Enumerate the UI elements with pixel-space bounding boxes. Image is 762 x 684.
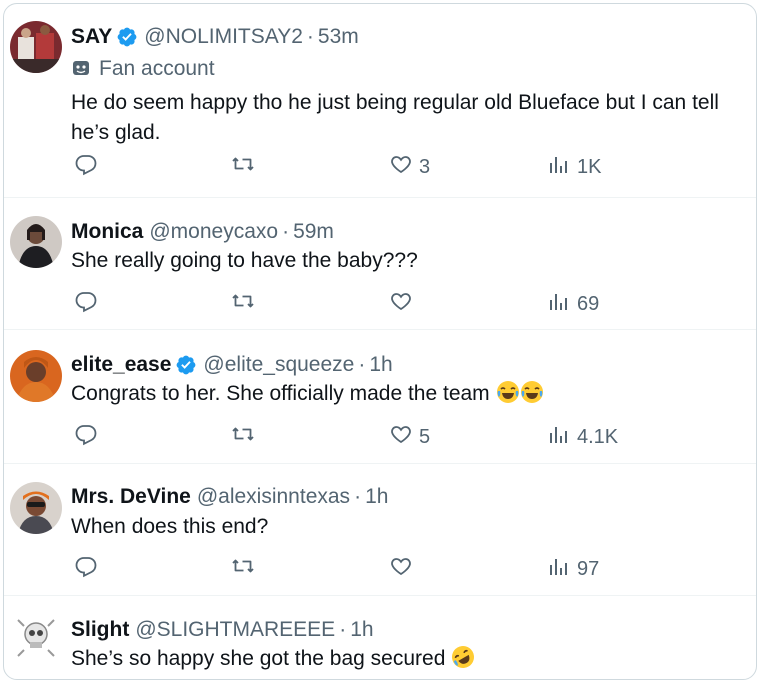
reply-button[interactable] <box>74 289 98 319</box>
action-bar: 69 <box>71 289 631 319</box>
handle[interactable]: @moneycaxo <box>149 219 278 245</box>
like-button[interactable]: 3 <box>389 152 430 182</box>
views-button[interactable]: 69 <box>547 289 599 319</box>
action-bar: 97 <box>71 554 631 584</box>
views-count: 97 <box>577 557 600 580</box>
timestamp[interactable]: 1h <box>350 617 373 643</box>
reply-text: Congrats to her. She officially made the… <box>71 379 751 409</box>
fan-account-label: Fan account <box>71 56 215 82</box>
repost-icon <box>231 289 255 319</box>
views-count: 1K <box>577 155 602 178</box>
handle[interactable]: @NOLIMITSAY2 <box>144 24 303 50</box>
reply-card[interactable]: Mrs. DeVine @alexisinntexas · 1h When do… <box>4 464 756 596</box>
separator-dot: · <box>282 220 290 243</box>
repost-button[interactable] <box>231 422 255 452</box>
timestamp[interactable]: 53m <box>318 24 359 50</box>
timestamp[interactable]: 1h <box>369 352 392 378</box>
display-name[interactable]: SAY <box>71 24 112 50</box>
views-count: 4.1K <box>577 425 619 448</box>
views-icon <box>547 289 571 319</box>
reply-text-body: Congrats to her. She officially made the… <box>71 382 490 405</box>
avatar[interactable] <box>10 21 62 73</box>
repost-icon <box>231 554 255 584</box>
reply-text: She’s so happy she got the bag secured <box>71 644 751 674</box>
views-button[interactable]: 1K <box>547 152 601 182</box>
like-button[interactable] <box>389 554 419 584</box>
separator-dot: · <box>354 485 362 508</box>
like-count: 3 <box>419 155 431 178</box>
repost-button[interactable] <box>231 152 255 182</box>
views-count: 69 <box>577 292 600 315</box>
separator-dot: · <box>358 353 366 376</box>
repost-button[interactable] <box>231 289 255 319</box>
reply-card[interactable]: elite_ease @elite_squeeze · 1h Congrats … <box>4 330 756 464</box>
avatar[interactable] <box>10 216 62 268</box>
reply-button[interactable] <box>74 152 98 182</box>
action-bar: 3 1K <box>71 152 631 182</box>
verified-badge-icon <box>116 26 138 48</box>
reply-icon <box>74 152 98 182</box>
reply-button[interactable] <box>74 554 98 584</box>
reply-text: He do seem happy tho he just being regul… <box>71 91 719 144</box>
reply-header: elite_ease @elite_squeeze · 1h <box>71 352 393 378</box>
reply-header: Mrs. DeVine @alexisinntexas · 1h <box>71 484 388 510</box>
views-icon <box>547 422 571 452</box>
handle[interactable]: @SLIGHTMAREEEE <box>135 617 335 643</box>
reply-icon <box>74 289 98 319</box>
separator-dot: · <box>306 25 314 48</box>
fan-account-icon <box>71 59 91 79</box>
reply-text-body: She’s so happy she got the bag secured <box>71 647 446 670</box>
timestamp[interactable]: 59m <box>293 219 334 245</box>
action-bar: 5 4.1K <box>71 422 631 452</box>
face-with-tears-of-joy-emoji-icon <box>520 381 544 405</box>
repost-button[interactable] <box>231 554 255 584</box>
timestamp[interactable]: 1h <box>365 484 388 510</box>
like-button[interactable]: 5 <box>389 422 430 452</box>
replies-panel: SAY @NOLIMITSAY2 · 53m Fan account He do… <box>3 3 757 680</box>
like-count: 5 <box>419 425 431 448</box>
avatar[interactable] <box>10 612 62 664</box>
handle[interactable]: @alexisinntexas <box>197 484 350 510</box>
reply-icon <box>74 554 98 584</box>
reply-card[interactable]: Monica @moneycaxo · 59m She really going… <box>4 198 756 330</box>
rolling-on-the-floor-laughing-emoji-icon <box>451 646 475 670</box>
display-name[interactable]: Slight <box>71 617 129 643</box>
display-name[interactable]: Mrs. DeVine <box>71 484 191 510</box>
heart-icon <box>389 152 413 182</box>
handle[interactable]: @elite_squeeze <box>203 352 354 378</box>
repost-icon <box>231 152 255 182</box>
heart-icon <box>389 422 413 452</box>
display-name[interactable]: elite_ease <box>71 352 171 378</box>
views-button[interactable]: 97 <box>547 554 599 584</box>
reply-header: Slight @SLIGHTMAREEEE · 1h <box>71 617 374 643</box>
like-button[interactable] <box>389 289 419 319</box>
face-with-tears-of-joy-emoji-icon <box>496 381 520 405</box>
heart-icon <box>389 554 413 584</box>
heart-icon <box>389 289 413 319</box>
fan-account-text: Fan account <box>99 57 215 80</box>
reply-card[interactable]: SAY @NOLIMITSAY2 · 53m Fan account He do… <box>4 4 756 198</box>
avatar[interactable] <box>10 350 62 402</box>
reply-icon <box>74 422 98 452</box>
repost-icon <box>231 422 255 452</box>
avatar[interactable] <box>10 482 62 534</box>
reply-header: Monica @moneycaxo · 59m <box>71 219 334 245</box>
reply-text: She really going to have the baby??? <box>71 249 418 272</box>
reply-button[interactable] <box>74 422 98 452</box>
views-icon <box>547 554 571 584</box>
separator-dot: · <box>339 618 347 641</box>
views-button[interactable]: 4.1K <box>547 422 618 452</box>
reply-text: When does this end? <box>71 515 269 538</box>
display-name[interactable]: Monica <box>71 219 143 245</box>
views-icon <box>547 152 571 182</box>
verified-badge-icon <box>175 354 197 376</box>
reply-card[interactable]: Slight @SLIGHTMAREEEE · 1h She’s so happ… <box>4 596 756 679</box>
reply-header: SAY @NOLIMITSAY2 · 53m <box>71 24 359 50</box>
